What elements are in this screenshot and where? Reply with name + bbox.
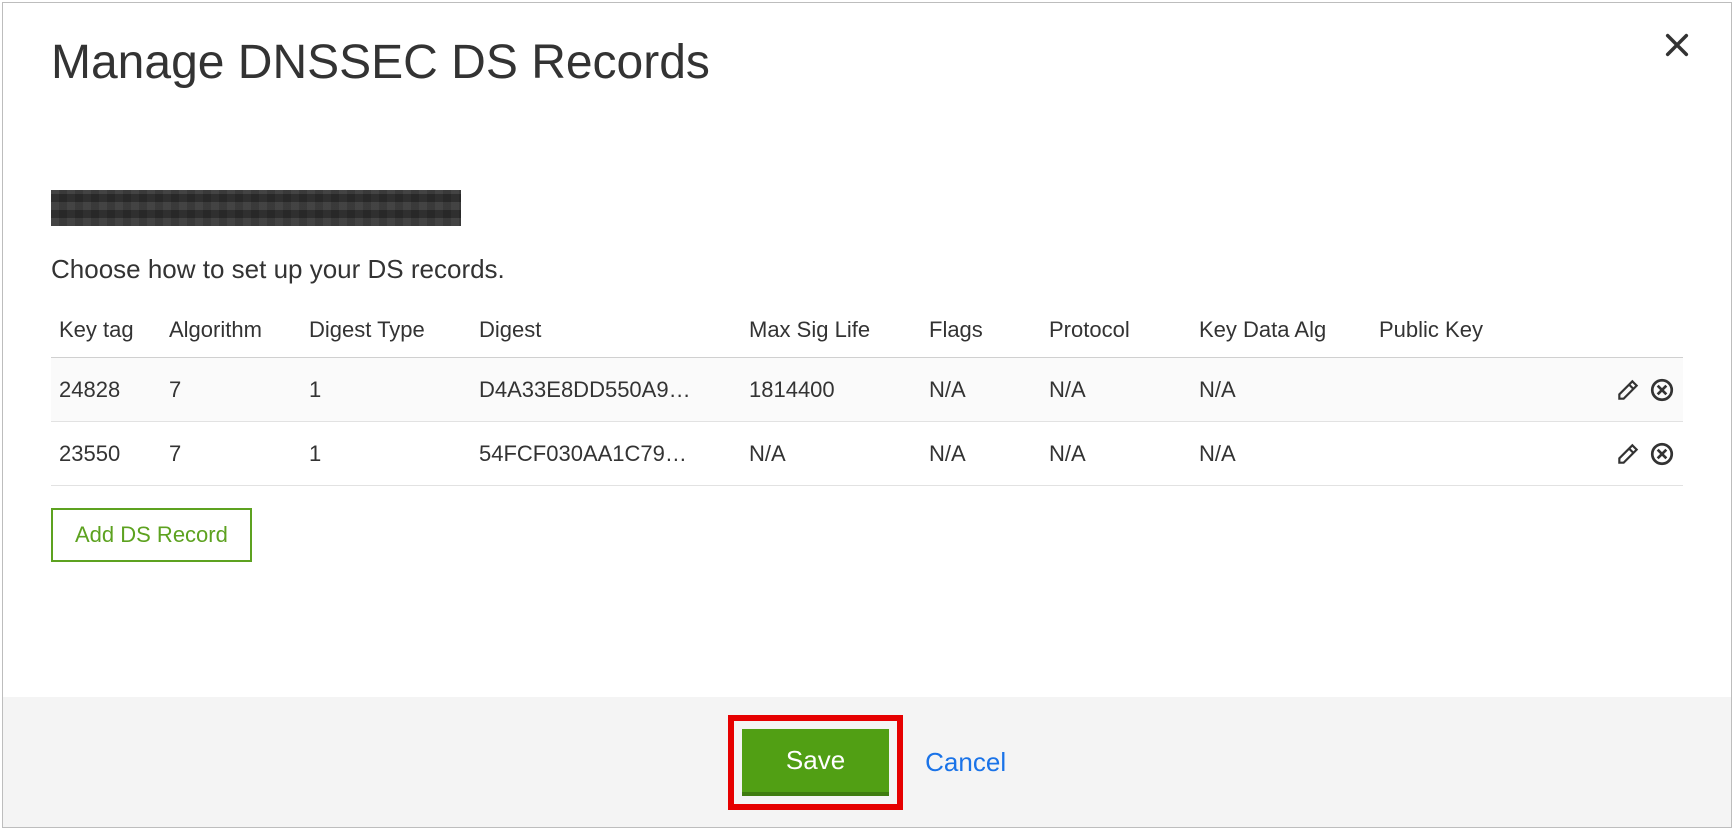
cell-flags: N/A: [921, 358, 1041, 422]
cell-key-data-alg: N/A: [1191, 358, 1371, 422]
cancel-link[interactable]: Cancel: [925, 747, 1006, 778]
cell-public-key: [1371, 422, 1583, 486]
dialog-title: Manage DNSSEC DS Records: [51, 35, 1683, 90]
cell-max-sig-life: N/A: [741, 422, 921, 486]
cell-key-data-alg: N/A: [1191, 422, 1371, 486]
cell-key-tag: 23550: [51, 422, 161, 486]
save-button[interactable]: Save: [742, 729, 889, 796]
table-row: 24828 7 1 D4A33E8DD550A9… 1814400 N/A N/…: [51, 358, 1683, 422]
edit-icon[interactable]: [1615, 441, 1641, 467]
col-key-data-alg: Key Data Alg: [1191, 307, 1371, 358]
col-public-key: Public Key: [1371, 307, 1583, 358]
close-icon[interactable]: [1663, 31, 1691, 64]
cell-protocol: N/A: [1041, 422, 1191, 486]
col-algorithm: Algorithm: [161, 307, 301, 358]
cell-key-tag: 24828: [51, 358, 161, 422]
cell-flags: N/A: [921, 422, 1041, 486]
edit-icon[interactable]: [1615, 377, 1641, 403]
ds-records-table: Key tag Algorithm Digest Type Digest Max…: [51, 307, 1683, 486]
cell-digest: D4A33E8DD550A9…: [471, 358, 741, 422]
cell-digest-type: 1: [301, 358, 471, 422]
cell-algorithm: 7: [161, 422, 301, 486]
col-digest-type: Digest Type: [301, 307, 471, 358]
col-flags: Flags: [921, 307, 1041, 358]
table-header-row: Key tag Algorithm Digest Type Digest Max…: [51, 307, 1683, 358]
cell-protocol: N/A: [1041, 358, 1191, 422]
col-max-sig-life: Max Sig Life: [741, 307, 921, 358]
cell-public-key: [1371, 358, 1583, 422]
cell-digest-type: 1: [301, 422, 471, 486]
delete-icon[interactable]: [1649, 377, 1675, 403]
table-row: 23550 7 1 54FCF030AA1C79… N/A N/A N/A N/…: [51, 422, 1683, 486]
col-protocol: Protocol: [1041, 307, 1191, 358]
dnssec-dialog: Manage DNSSEC DS Records Choose how to s…: [2, 2, 1732, 828]
cell-digest: 54FCF030AA1C79…: [471, 422, 741, 486]
domain-name-redacted: [51, 190, 461, 226]
col-digest: Digest: [471, 307, 741, 358]
col-key-tag: Key tag: [51, 307, 161, 358]
cell-algorithm: 7: [161, 358, 301, 422]
save-highlight-box: Save: [728, 715, 903, 810]
add-ds-record-button[interactable]: Add DS Record: [51, 508, 252, 562]
cell-max-sig-life: 1814400: [741, 358, 921, 422]
dialog-subtitle: Choose how to set up your DS records.: [51, 254, 1683, 285]
dialog-footer: Save Cancel: [3, 697, 1731, 827]
delete-icon[interactable]: [1649, 441, 1675, 467]
